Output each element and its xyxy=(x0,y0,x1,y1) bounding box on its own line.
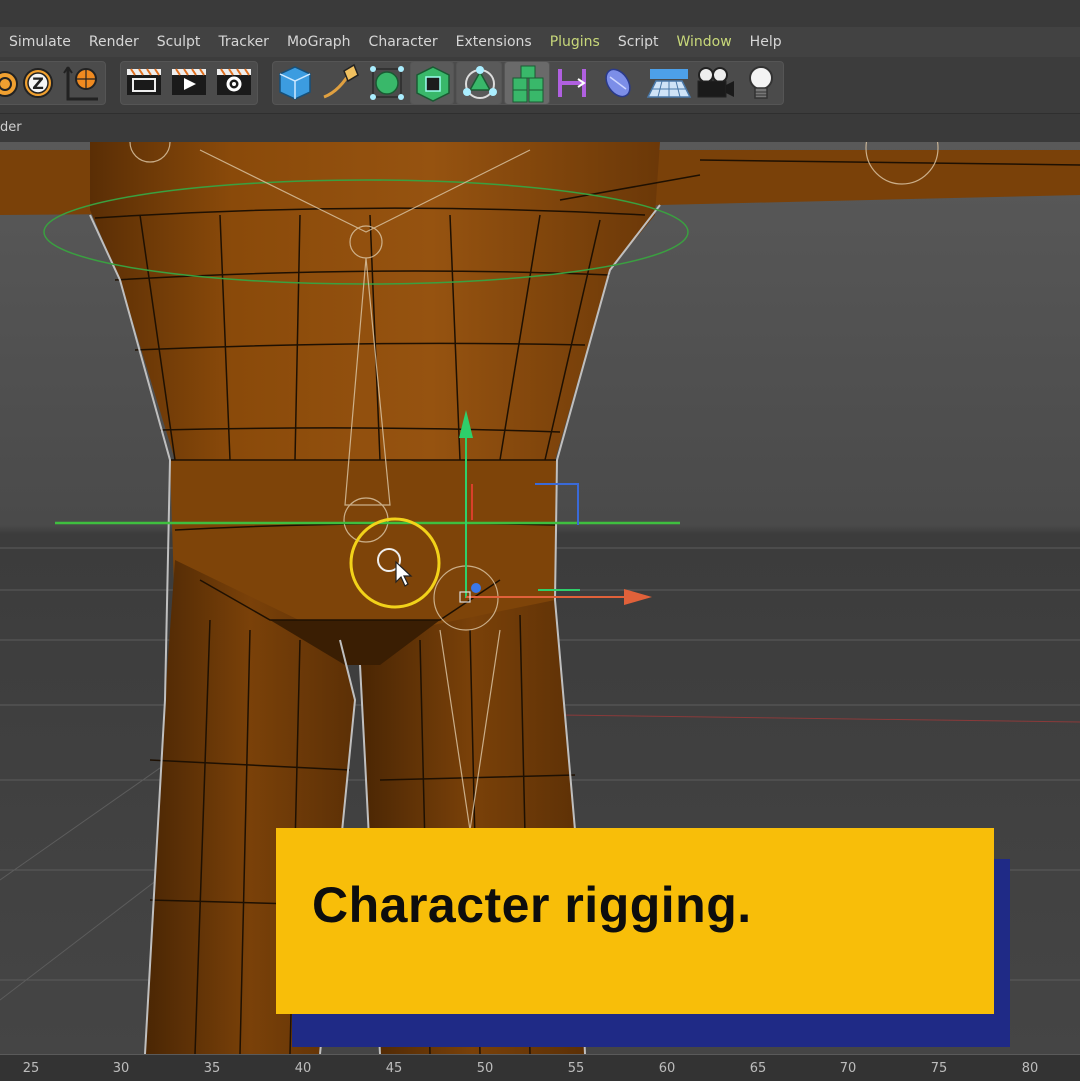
cloner-icon[interactable] xyxy=(456,61,502,105)
timeline-tick: 55 xyxy=(567,1061,585,1076)
menu-help[interactable]: Help xyxy=(741,34,791,50)
menu-render[interactable]: Render xyxy=(80,34,148,50)
rotate-z-icon[interactable]: Z xyxy=(20,61,56,105)
extrude-icon[interactable] xyxy=(410,61,454,105)
deformer-icon[interactable] xyxy=(552,61,592,105)
timeline-tick: 25 xyxy=(22,1061,40,1076)
pen-spline-icon[interactable] xyxy=(318,61,364,105)
caption-text: Character rigging. xyxy=(312,877,752,933)
command-toolbar: Z xyxy=(0,57,1080,113)
viewport-menu-label[interactable]: der xyxy=(0,120,22,135)
gizmo-center[interactable] xyxy=(471,583,481,593)
cube-icon[interactable] xyxy=(274,61,316,105)
timeline-tick: 60 xyxy=(658,1061,676,1076)
timeline-tick: 45 xyxy=(385,1061,403,1076)
subdivision-icon[interactable] xyxy=(366,61,408,105)
floor-icon[interactable] xyxy=(646,61,692,105)
menu-character[interactable]: Character xyxy=(360,34,447,50)
menu-script[interactable]: Script xyxy=(609,34,668,50)
render-to-picture-viewer-icon[interactable] xyxy=(168,61,210,105)
render-view-icon[interactable] xyxy=(123,61,165,105)
timeline-tick: 70 xyxy=(839,1061,857,1076)
timeline-ruler[interactable]: 25 30 35 40 45 50 55 60 65 70 75 80 xyxy=(0,1054,1080,1081)
menu-bar: Simulate Render Sculpt Tracker MoGraph C… xyxy=(0,27,1080,57)
camera-icon[interactable] xyxy=(692,61,738,105)
svg-text:Z: Z xyxy=(32,74,44,93)
menu-simulate[interactable]: Simulate xyxy=(0,34,80,50)
caption-banner: Character rigging. xyxy=(276,828,994,1014)
field-icon[interactable] xyxy=(596,61,642,105)
timeline-tick: 40 xyxy=(294,1061,312,1076)
menu-extensions[interactable]: Extensions xyxy=(447,34,541,50)
mograph-cubes-icon[interactable] xyxy=(504,61,550,105)
timeline-tick: 35 xyxy=(203,1061,221,1076)
menu-window[interactable]: Window xyxy=(667,34,740,50)
menu-tracker[interactable]: Tracker xyxy=(209,34,278,50)
world-coordinates-icon[interactable] xyxy=(58,61,104,105)
timeline-tick: 50 xyxy=(476,1061,494,1076)
timeline-tick: 75 xyxy=(930,1061,948,1076)
timeline-tick: 65 xyxy=(749,1061,767,1076)
timeline-tick: 80 xyxy=(1021,1061,1039,1076)
light-icon[interactable] xyxy=(740,61,782,105)
menu-plugins[interactable]: Plugins xyxy=(541,34,609,50)
viewport-header: der xyxy=(0,113,1080,144)
title-bar xyxy=(0,0,1080,27)
timeline-tick: 30 xyxy=(112,1061,130,1076)
menu-mograph[interactable]: MoGraph xyxy=(278,34,360,50)
menu-sculpt[interactable]: Sculpt xyxy=(148,34,210,50)
render-settings-icon[interactable] xyxy=(213,61,255,105)
